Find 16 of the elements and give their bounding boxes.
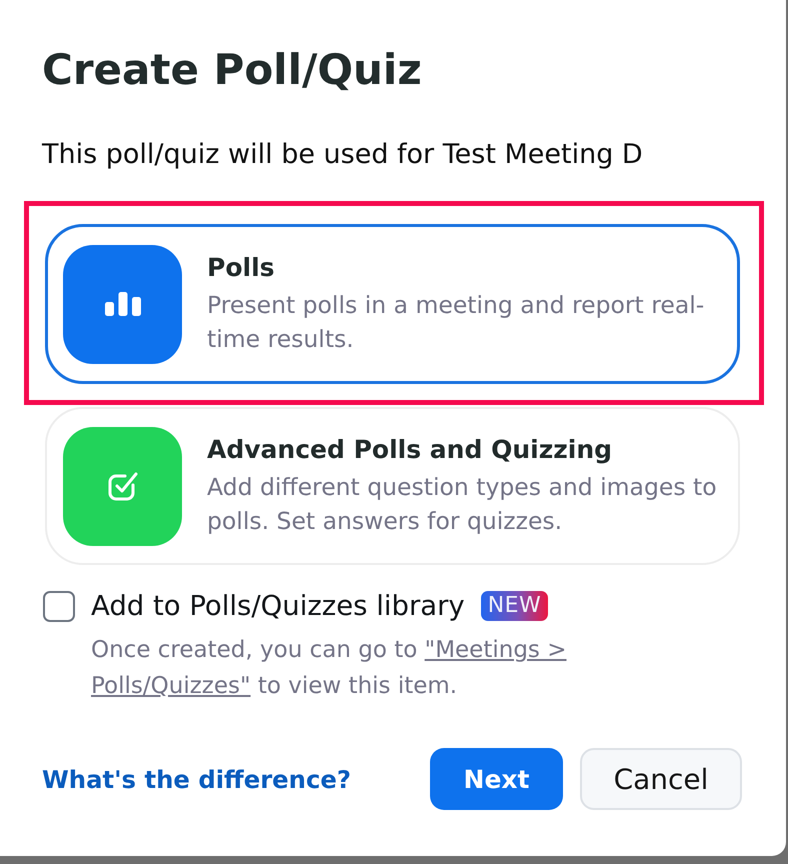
- checkbox[interactable]: [43, 590, 75, 622]
- difference-link[interactable]: What's the difference?: [42, 764, 351, 794]
- library-link[interactable]: Polls/Quizzes": [91, 673, 251, 699]
- poll-type-option[interactable]: Polls Present polls in a meeting and report real-time results.: [45, 224, 740, 384]
- library-link[interactable]: "Meetings >: [424, 637, 566, 663]
- library-hint: Once created, you can go to "Meetings > Polls/Quizzes" to view this item.: [91, 636, 568, 701]
- cancel-button[interactable]: Cancel: [580, 748, 742, 810]
- dialog-title: Create Poll/Quiz: [42, 44, 422, 96]
- option-title: Advanced Polls and Quizzing: [207, 434, 612, 466]
- checkbox-label: Add to Polls/Quizzes library: [91, 590, 465, 622]
- option-description: Present polls in a meeting and report real-time results.: [207, 290, 706, 355]
- dialog-subtitle: This poll/quiz will be used for Test Meeting D: [42, 139, 643, 171]
- option-description: Add different question types and images to polls. Set answers for quizzes.: [207, 472, 718, 537]
- next-button[interactable]: Next: [430, 748, 563, 810]
- poll-type-option[interactable]: Advanced Polls and Quizzing Add different question types and images to polls. Set answers for quizzes.: [45, 407, 740, 565]
- option-title: Polls: [207, 252, 275, 284]
